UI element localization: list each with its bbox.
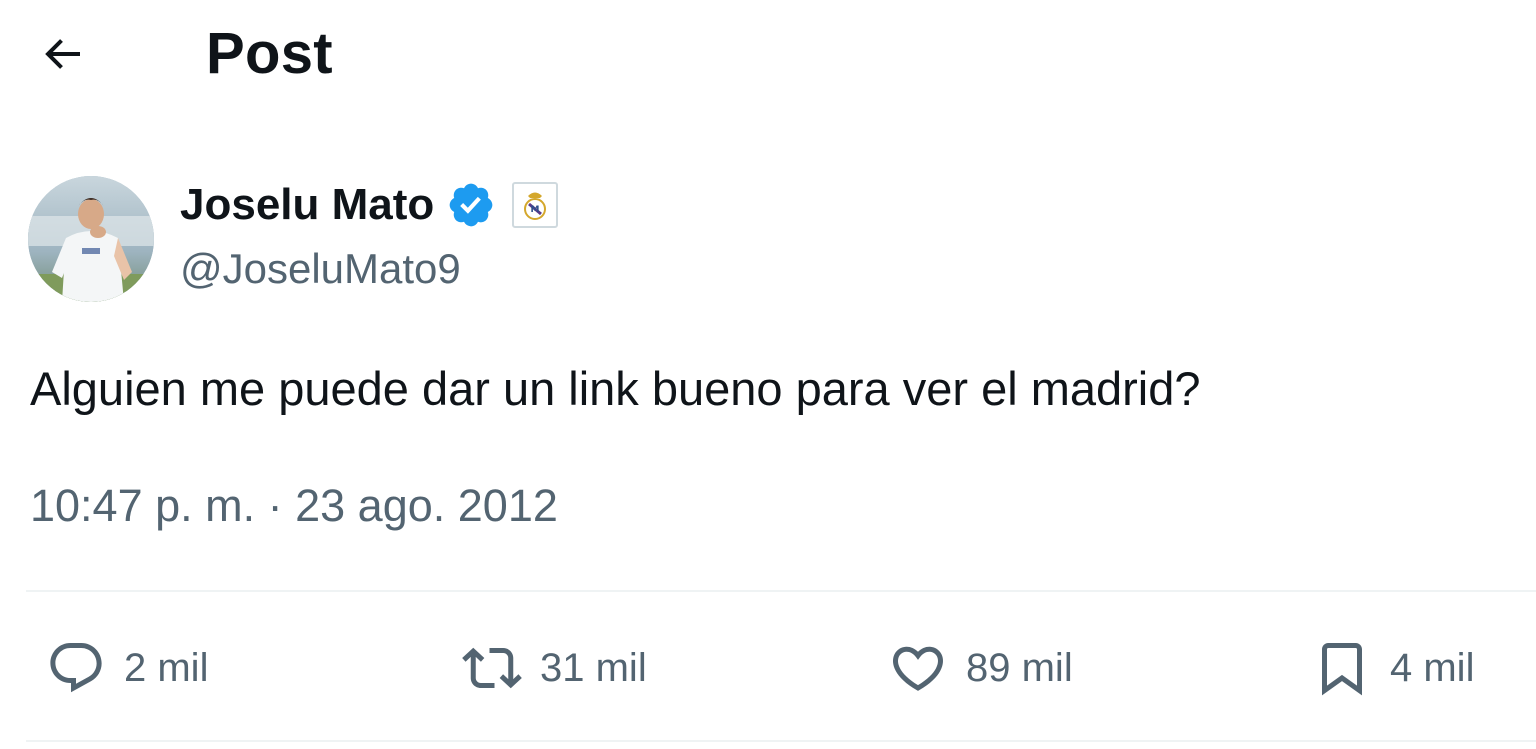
- avatar-photo: [28, 176, 154, 302]
- repost-button[interactable]: 31 mil: [462, 628, 647, 708]
- arrow-left-icon: [45, 39, 80, 69]
- post-timestamp[interactable]: 10:47 p. m. · 23 ago. 2012: [30, 478, 558, 534]
- verified-badge-icon[interactable]: [446, 180, 496, 230]
- back-button[interactable]: [35, 27, 89, 81]
- heart-icon: [892, 646, 944, 691]
- real-madrid-crest-icon: M: [524, 192, 547, 220]
- reply-icon: [50, 643, 102, 693]
- post-text: Alguien me puede dar un link bueno para …: [30, 362, 1201, 415]
- author-display-name[interactable]: Joselu Mato: [180, 178, 434, 232]
- repost-icon: [462, 647, 522, 689]
- avatar[interactable]: [28, 176, 154, 302]
- repost-count: 31 mil: [540, 646, 647, 690]
- affiliation-badge[interactable]: M: [512, 182, 559, 228]
- author-handle[interactable]: @JoseluMato9: [180, 242, 558, 296]
- author-name-row: Joselu Mato M: [180, 178, 559, 232]
- reply-count: 2 mil: [124, 646, 209, 690]
- divider: [26, 740, 1536, 742]
- post-page: Post Joselu Mato M @JoseluMato9 Alguien …: [0, 0, 1536, 749]
- page-title: Post: [206, 21, 333, 86]
- reply-button[interactable]: 2 mil: [46, 628, 208, 708]
- like-button[interactable]: 89 mil: [888, 628, 1073, 708]
- action-bar: 2 mil 31 mil 89 mil 4 mil: [0, 628, 1536, 708]
- bookmark-count: 4 mil: [1390, 646, 1475, 690]
- divider: [26, 590, 1536, 592]
- like-count: 89 mil: [966, 646, 1073, 690]
- svg-text:M: M: [531, 205, 540, 215]
- bookmark-icon: [1322, 643, 1362, 696]
- author-block: Joselu Mato M @JoseluMato9: [180, 178, 559, 296]
- bookmark-button[interactable]: 4 mil: [1312, 628, 1474, 708]
- post-header: Post: [0, 0, 1536, 110]
